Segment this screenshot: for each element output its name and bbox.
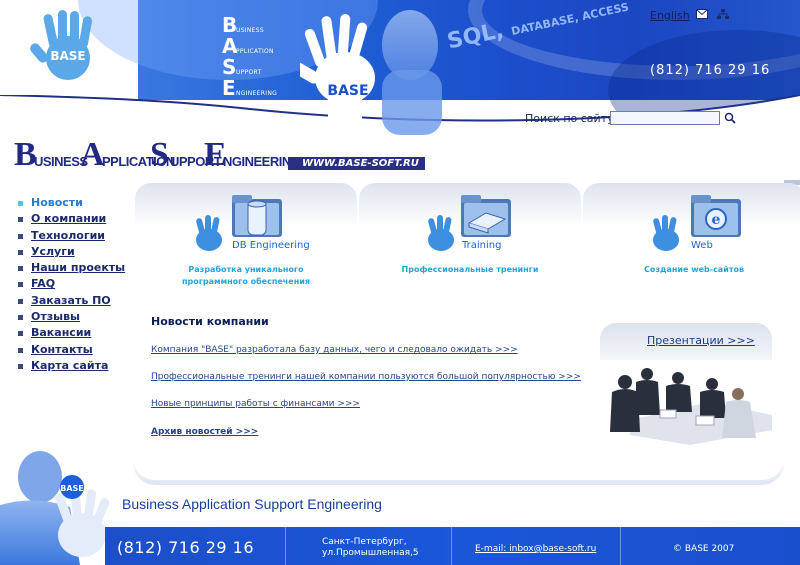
search-input[interactable] <box>610 111 720 125</box>
main-navigation: Новости О компании Технологии Услуги Наш… <box>0 180 135 465</box>
bullet-icon <box>18 233 23 239</box>
training-folder-icon <box>461 195 511 237</box>
service-description: Создание web-сайтов <box>643 265 745 274</box>
nav-link[interactable]: Вакансии <box>31 326 91 339</box>
hand-icon <box>428 215 454 251</box>
nav-link[interactable]: О компании <box>31 212 106 225</box>
search-label: Поиск по сайту <box>525 112 614 125</box>
web-folder-icon: e <box>691 195 741 237</box>
nav-link[interactable]: Технологии <box>31 229 105 242</box>
bottom-tagline: Business Application Support Engineering <box>122 496 382 512</box>
footer-divider <box>620 527 621 565</box>
hand-icon <box>653 215 679 251</box>
nav-item-projects[interactable]: Наши проекты <box>16 261 125 277</box>
nav-link[interactable]: Услуги <box>31 245 75 258</box>
bullet-icon <box>18 363 23 369</box>
nav-item-sitemap[interactable]: Карта сайта <box>16 359 125 375</box>
news-archive-link[interactable]: Архив новостей >>> <box>151 427 258 437</box>
bullet-icon <box>18 249 23 255</box>
nav-link[interactable]: Карта сайта <box>31 359 108 372</box>
service-description: Разработка уникального программного обесп… <box>181 265 310 286</box>
search-icon[interactable] <box>724 112 736 124</box>
business-meeting-photo[interactable] <box>600 360 772 445</box>
mail-icon[interactable] <box>696 9 708 19</box>
presentations-link[interactable]: Презентации >>> <box>647 334 755 347</box>
footer-address: Санкт-Петербург, ул.Промышленная,5 <box>322 537 419 558</box>
bullet-icon <box>18 298 23 304</box>
svg-text:BASE: BASE <box>60 484 84 493</box>
svg-text:BASE: BASE <box>50 49 85 63</box>
bullet-icon <box>18 282 23 288</box>
nav-link[interactable]: Контакты <box>31 343 93 356</box>
bullet-icon <box>18 347 23 353</box>
nav-item-vacancies[interactable]: Вакансии <box>16 326 125 342</box>
service-web[interactable]: e Web Создание web-сайтов <box>583 183 800 308</box>
base-hand-logo-icon: BASE <box>30 10 92 80</box>
nav-item-faq[interactable]: FAQ <box>16 277 125 293</box>
nav-item-reviews[interactable]: Отзывы <box>16 310 125 326</box>
service-name: Training <box>462 240 502 251</box>
website-url-label: WWW.BASE-SOFT.RU <box>288 157 425 170</box>
nav-item-about[interactable]: О компании <box>16 212 125 228</box>
bullet-icon <box>18 201 23 206</box>
nav-link[interactable]: Наши проекты <box>31 261 125 274</box>
svg-text:BASE: BASE <box>327 83 368 99</box>
nav-item-order[interactable]: Заказать ПО <box>16 294 125 310</box>
nav-item-contacts[interactable]: Контакты <box>16 343 125 359</box>
header-woman-photo: BASE <box>300 10 442 135</box>
nav-link[interactable]: FAQ <box>31 277 55 290</box>
news-link[interactable]: Профессиональные тренинги нашей компании… <box>151 372 581 382</box>
bullet-icon <box>18 266 23 272</box>
site-header: BASE B USINESS A PPLICATION S UPPORT E NGINE… <box>0 0 800 135</box>
service-name: DB Engineering <box>232 240 310 251</box>
footer-copyright: © BASE 2007 <box>673 544 735 554</box>
header-phone: (812) 716 29 16 <box>650 63 771 78</box>
sitemap-icon[interactable] <box>717 9 729 20</box>
svg-text:e: e <box>712 212 721 228</box>
service-description: Профессиональные тренинги <box>401 265 539 274</box>
nav-link[interactable]: Заказать ПО <box>31 294 111 307</box>
english-language-link[interactable]: English <box>650 9 690 22</box>
footer-email-link[interactable]: E-mail: inbox@base-soft.ru <box>475 544 596 554</box>
service-db-engineering[interactable]: DB Engineering Разработка уникального про… <box>135 183 357 308</box>
nav-link[interactable]: Новости <box>31 196 83 209</box>
bullet-icon <box>18 217 23 223</box>
hand-icon <box>196 215 222 251</box>
database-folder-icon <box>232 195 282 237</box>
news-section-title: Новости компании <box>151 315 269 328</box>
news-link[interactable]: Компания "BASE" разработала базу данных,… <box>151 345 518 355</box>
bullet-icon <box>18 331 23 337</box>
nav-link[interactable]: Отзывы <box>31 310 80 323</box>
nav-item-news[interactable]: Новости <box>16 196 125 212</box>
service-training[interactable]: Training Профессиональные тренинги <box>359 183 581 308</box>
site-footer: (812) 716 29 16 Санкт-Петербург, ул.Промы… <box>105 527 800 565</box>
nav-item-services[interactable]: Услуги <box>16 245 125 261</box>
header-acronym: B USINESS A PPLICATION S UPPORT E NGINEERING <box>222 13 278 100</box>
news-link[interactable]: Новые принципы работы с финансами >>> <box>151 399 360 409</box>
banner-letter-a: A <box>80 136 105 173</box>
footer-divider <box>285 527 286 565</box>
banner-letter-s: S <box>150 136 169 173</box>
footer-divider <box>451 527 452 565</box>
service-name: Web <box>691 240 713 251</box>
bullet-icon <box>18 315 23 321</box>
nav-item-technologies[interactable]: Технологии <box>16 229 125 245</box>
footer-phone: (812) 716 29 16 <box>117 538 255 557</box>
